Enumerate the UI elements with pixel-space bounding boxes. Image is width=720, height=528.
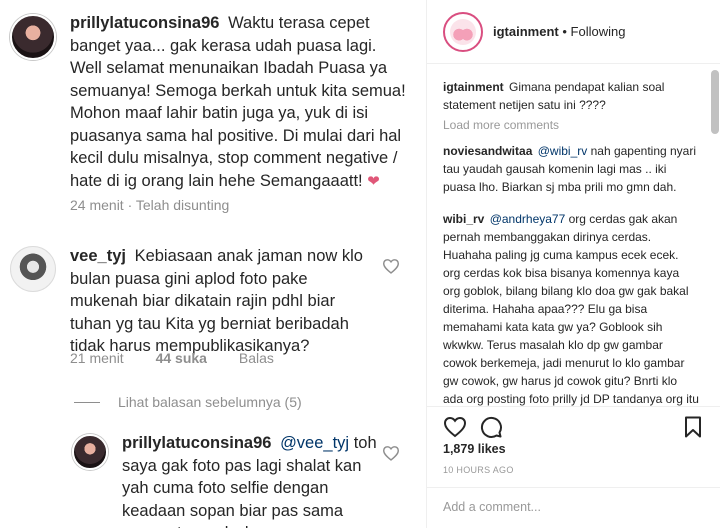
avatar[interactable] [443, 12, 483, 52]
nested-reply-comment: prillylatuconsina96 @vee_tyj toh saya ga… [122, 432, 392, 528]
comment-time: 21 menit [70, 350, 124, 366]
comment-username[interactable]: vee_tyj [70, 247, 126, 265]
scrollbar[interactable] [711, 70, 719, 134]
comment-username[interactable]: prillylatuconsina96 [122, 434, 271, 452]
comment-icon[interactable] [479, 415, 503, 439]
comment-text: Waktu terasa cepet banget yaa... gak ker… [70, 14, 406, 190]
comment-thread-zoom: prillylatuconsina96 Waktu terasa cepet b… [0, 0, 426, 528]
post-header: igtainment • Following [427, 0, 720, 64]
comment-username[interactable]: noviesandwitaa [443, 144, 532, 158]
heart-emoji: ❤ [367, 172, 380, 190]
heart-icon[interactable] [382, 445, 400, 461]
comment-mention[interactable]: @andrheya77 [490, 212, 566, 226]
follow-status[interactable]: Following [571, 24, 626, 39]
load-more-comments[interactable]: Load more comments [443, 118, 559, 132]
avatar[interactable] [10, 14, 56, 60]
comment-mention[interactable]: @wibi_rv [538, 144, 588, 158]
list-item: wibi_rv @andrheya77 org cerdas gak akan … [443, 210, 699, 406]
heart-icon[interactable] [443, 415, 467, 439]
bookmark-icon[interactable] [681, 415, 705, 439]
comment-likes[interactable]: 44 suka [156, 350, 207, 366]
divider [74, 401, 100, 403]
comment-meta: 21 menit 44 suka Balas [70, 350, 302, 366]
caption: igtainment Gimana pendapat kalian soal s… [443, 78, 699, 114]
header-text: igtainment • Following [493, 24, 625, 39]
reply-comment: vee_tyj Kebiasaan anak jaman now klo bul… [70, 245, 370, 358]
view-previous-replies[interactable]: Lihat balasan sebelumnya (5) [74, 394, 302, 410]
avatar[interactable] [10, 246, 56, 292]
post-panel: igtainment • Following igtainment Gimana… [426, 0, 720, 528]
reply-button[interactable]: Balas [239, 350, 274, 366]
comments-list[interactable]: igtainment Gimana pendapat kalian soal s… [427, 64, 720, 406]
comment-meta: 24 menit · Telah disunting [70, 197, 230, 213]
separator: • [562, 24, 567, 39]
comment-username[interactable]: igtainment [443, 80, 504, 94]
likes-count[interactable]: 1,879 likes [443, 442, 506, 456]
action-bar [427, 406, 720, 438]
avatar[interactable] [72, 434, 108, 470]
comment-text: org cerdas gak akan pernah membanggakan … [443, 212, 699, 406]
list-item: noviesandwitaa @wibi_rv nah gapenting ny… [443, 142, 699, 196]
post-timestamp[interactable]: 10 HOURS AGO [443, 465, 514, 475]
comment-username[interactable]: wibi_rv [443, 212, 484, 226]
comment-mention[interactable]: @vee_tyj [280, 434, 349, 452]
view-replies-label[interactable]: Lihat balasan sebelumnya (5) [118, 394, 302, 410]
account-username[interactable]: igtainment [493, 24, 559, 39]
main-comment: prillylatuconsina96 Waktu terasa cepet b… [70, 12, 410, 193]
add-comment-box [427, 487, 720, 528]
comment-username[interactable]: prillylatuconsina96 [70, 14, 219, 32]
comment-input[interactable] [443, 500, 693, 514]
heart-icon[interactable] [382, 258, 400, 274]
